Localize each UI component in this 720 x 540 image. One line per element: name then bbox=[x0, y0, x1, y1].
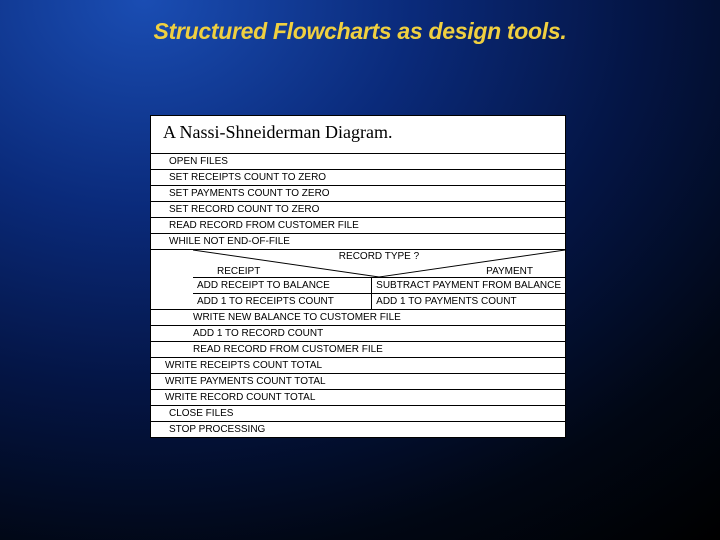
loop-row: WRITE NEW BALANCE TO CUSTOMER FILE bbox=[151, 310, 565, 326]
seq-row: WRITE RECEIPTS COUNT TOTAL bbox=[151, 358, 565, 374]
decision-block: RECORD TYPE ? RECEIPT PAYMENT ADD RECEIP… bbox=[151, 250, 565, 310]
decision-left-column: ADD RECEIPT TO BALANCE ADD 1 TO RECEIPTS… bbox=[193, 278, 371, 309]
decision-right-column: SUBTRACT PAYMENT FROM BALANCE ADD 1 TO P… bbox=[371, 278, 565, 309]
seq-row: SET RECEIPTS COUNT TO ZERO bbox=[151, 170, 565, 186]
decision-header: RECORD TYPE ? RECEIPT PAYMENT bbox=[193, 250, 565, 278]
decision-left-label: RECEIPT bbox=[217, 266, 260, 277]
loop-row: READ RECORD FROM CUSTOMER FILE bbox=[151, 342, 565, 358]
slide-title: Structured Flowcharts as design tools. bbox=[0, 0, 720, 45]
seq-row: SET PAYMENTS COUNT TO ZERO bbox=[151, 186, 565, 202]
diagram-title-area: A Nassi-Shneiderman Diagram. bbox=[151, 116, 565, 154]
seq-row: SET RECORD COUNT TO ZERO bbox=[151, 202, 565, 218]
decision-columns: ADD RECEIPT TO BALANCE ADD 1 TO RECEIPTS… bbox=[193, 278, 565, 309]
seq-row: OPEN FILES bbox=[151, 154, 565, 170]
decision-row: ADD 1 TO RECEIPTS COUNT bbox=[193, 294, 371, 309]
loop-row: ADD 1 TO RECORD COUNT bbox=[151, 326, 565, 342]
decision-right-label: PAYMENT bbox=[486, 266, 533, 277]
seq-row: WRITE PAYMENTS COUNT TOTAL bbox=[151, 374, 565, 390]
ns-diagram: A Nassi-Shneiderman Diagram. OPEN FILES … bbox=[150, 115, 566, 438]
seq-row: CLOSE FILES bbox=[151, 406, 565, 422]
seq-row: READ RECORD FROM CUSTOMER FILE bbox=[151, 218, 565, 234]
while-row: WHILE NOT END-OF-FILE bbox=[151, 234, 565, 250]
seq-row: STOP PROCESSING bbox=[151, 422, 565, 437]
diagram-body: OPEN FILES SET RECEIPTS COUNT TO ZERO SE… bbox=[151, 154, 565, 437]
decision-row: ADD RECEIPT TO BALANCE bbox=[193, 278, 371, 294]
diagram-title: A Nassi-Shneiderman Diagram. bbox=[159, 122, 557, 143]
decision-row: SUBTRACT PAYMENT FROM BALANCE bbox=[372, 278, 565, 294]
decision-row: ADD 1 TO PAYMENTS COUNT bbox=[372, 294, 565, 309]
seq-row: WRITE RECORD COUNT TOTAL bbox=[151, 390, 565, 406]
